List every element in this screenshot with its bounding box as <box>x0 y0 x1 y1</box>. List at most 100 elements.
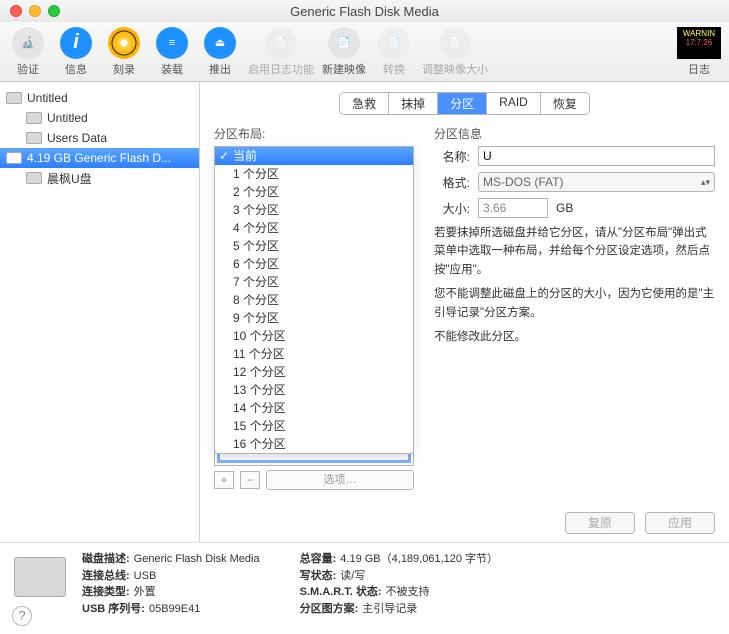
name-label: 名称: <box>434 148 470 165</box>
format-label: 格式: <box>434 174 470 191</box>
disk-icon <box>6 92 22 104</box>
info-key: 写状态: <box>300 568 337 585</box>
layout-option[interactable]: 15 个分区 <box>215 417 413 435</box>
restore-button[interactable]: 复原 <box>565 512 635 534</box>
info-row: 总容量:4.19 GB（4,189,061,120 字节） <box>300 551 498 568</box>
layout-option[interactable]: 14 个分区 <box>215 399 413 417</box>
layout-option[interactable]: 6 个分区 <box>215 255 413 273</box>
info-row: S.M.A.R.T. 状态:不被支持 <box>300 584 498 601</box>
toolbar-new-image[interactable]: 📄 新建映像 <box>322 27 366 77</box>
titlebar: Generic Flash Disk Media <box>0 0 729 22</box>
layout-option[interactable]: 16 个分区 <box>215 435 413 453</box>
info-value: 主引导记录 <box>362 601 417 618</box>
toolbar-label: 转换 <box>383 61 405 77</box>
sidebar-item-label: 晨枫U盘 <box>47 170 92 187</box>
tab-2[interactable]: 分区 <box>438 93 487 114</box>
disk-icon <box>26 112 42 124</box>
toolbar-label: 装载 <box>161 61 183 77</box>
burn-icon <box>108 27 140 59</box>
layout-option[interactable]: 7 个分区 <box>215 273 413 291</box>
file-icon: 📄 <box>328 27 360 59</box>
layout-heading: 分区布局: <box>214 125 414 142</box>
toolbar-label: 推出 <box>209 61 231 77</box>
info-key: 连接类型: <box>82 584 130 601</box>
layout-option[interactable]: 1 个分区 <box>215 165 413 183</box>
sidebar: Untitled Untitled Users Data 4.19 GB Generi… <box>0 82 200 542</box>
toolbar-eject[interactable]: ⏏推出 <box>200 27 240 77</box>
size-input[interactable] <box>478 198 548 218</box>
toolbar-enable-journaling: 📄 启用日志功能 <box>248 27 314 77</box>
toolbar-label: 信息 <box>65 61 87 77</box>
info-key: 连接总线: <box>82 568 130 585</box>
toolbar-verify[interactable]: 🔬验证 <box>8 27 48 77</box>
tab-3[interactable]: RAID <box>487 93 541 114</box>
name-input[interactable] <box>478 146 715 166</box>
info-row: 连接类型:外置 <box>82 584 260 601</box>
toolbar: 🔬验证i信息刻录≡装载⏏推出 📄 启用日志功能 📄 新建映像 📄转换 📄 调整映像大小 WAR… <box>0 22 729 82</box>
apply-button[interactable]: 应用 <box>645 512 715 534</box>
file-icon: 📄 <box>265 27 297 59</box>
remove-partition-button[interactable]: − <box>240 471 260 489</box>
toolbar-label: 新建映像 <box>322 61 366 77</box>
sidebar-item[interactable]: 晨枫U盘 <box>0 168 199 188</box>
layout-dropdown[interactable]: 当前1 个分区2 个分区3 个分区4 个分区5 个分区6 个分区7 个分区8 个… <box>214 146 414 454</box>
info-row: 连接总线:USB <box>82 568 260 585</box>
options-button[interactable]: 选项… <box>266 470 414 490</box>
info-value: USB <box>134 568 157 585</box>
tab-4[interactable]: 恢复 <box>541 93 589 114</box>
toolbar-resize-image: 📄 调整映像大小 <box>422 27 488 77</box>
toolbar-convert: 📄转换 <box>374 27 414 77</box>
content-pane: 急救抹掉分区RAID恢复 分区布局: 当前1 个分区2 个分区3 个分区4 个分… <box>200 82 729 542</box>
info-value: 4.19 GB（4,189,061,120 字节） <box>340 551 498 568</box>
tab-segment: 急救抹掉分区RAID恢复 <box>214 92 715 115</box>
layout-option[interactable]: 11 个分区 <box>215 345 413 363</box>
info-value: 不被支持 <box>386 584 430 601</box>
disk-icon <box>14 557 66 597</box>
sidebar-item[interactable]: Users Data <box>0 128 199 148</box>
info-key: S.M.A.R.T. 状态: <box>300 584 382 601</box>
toolbar-label: 调整映像大小 <box>422 61 488 77</box>
info-row: USB 序列号:05B99E41 <box>82 601 260 618</box>
toolbar-burn[interactable]: 刻录 <box>104 27 144 77</box>
layout-option[interactable]: 2 个分区 <box>215 183 413 201</box>
sidebar-item[interactable]: Untitled <box>0 108 199 128</box>
sidebar-item-label: Untitled <box>47 111 88 125</box>
format-select[interactable]: MS-DOS (FAT) ▴▾ <box>478 172 715 192</box>
layout-option[interactable]: 8 个分区 <box>215 291 413 309</box>
tab-0[interactable]: 急救 <box>340 93 389 114</box>
chevron-updown-icon: ▴▾ <box>701 177 710 188</box>
info-key: USB 序列号: <box>82 601 145 618</box>
disk-icon <box>6 152 22 164</box>
layout-option[interactable]: 9 个分区 <box>215 309 413 327</box>
layout-option[interactable]: 3 个分区 <box>215 201 413 219</box>
sidebar-item[interactable]: 4.19 GB Generic Flash D... <box>0 148 199 168</box>
warning-icon: WARNIN 17:7:26 <box>677 27 721 59</box>
disk-icon <box>26 172 42 184</box>
sidebar-item-label: Users Data <box>47 131 107 145</box>
info-row: 分区图方案:主引导记录 <box>300 601 498 618</box>
size-unit: GB <box>556 201 573 215</box>
toolbar-label: 验证 <box>17 61 39 77</box>
layout-option[interactable]: 5 个分区 <box>215 237 413 255</box>
layout-option[interactable]: 12 个分区 <box>215 363 413 381</box>
help-text-1: 若要抹掉所选磁盘并给它分区，请从"分区布局"弹出式菜单中选取一种布局，并给每个分… <box>434 224 715 279</box>
layout-option[interactable]: 当前 <box>215 147 413 165</box>
layout-option[interactable]: 10 个分区 <box>215 327 413 345</box>
tab-1[interactable]: 抹掉 <box>389 93 438 114</box>
add-partition-button[interactable]: + <box>214 471 234 489</box>
sidebar-item[interactable]: Untitled <box>0 88 199 108</box>
layout-option[interactable]: 13 个分区 <box>215 381 413 399</box>
info-value: 05B99E41 <box>149 601 200 618</box>
help-text-2: 您不能调整此磁盘上的分区的大小，因为它使用的是"主引导记录"分区方案。 <box>434 285 715 322</box>
toolbar-label: 启用日志功能 <box>248 61 314 77</box>
help-button[interactable]: ? <box>12 606 32 626</box>
disk-icon <box>26 132 42 144</box>
file-icon: 📄 <box>439 27 471 59</box>
toolbar-info[interactable]: i信息 <box>56 27 96 77</box>
info-key: 分区图方案: <box>300 601 359 618</box>
window-title: Generic Flash Disk Media <box>0 4 729 19</box>
layout-option[interactable]: 4 个分区 <box>215 219 413 237</box>
info-value: 外置 <box>134 584 156 601</box>
log-button[interactable]: WARNIN 17:7:26 日志 <box>677 27 721 77</box>
toolbar-mount[interactable]: ≡装载 <box>152 27 192 77</box>
